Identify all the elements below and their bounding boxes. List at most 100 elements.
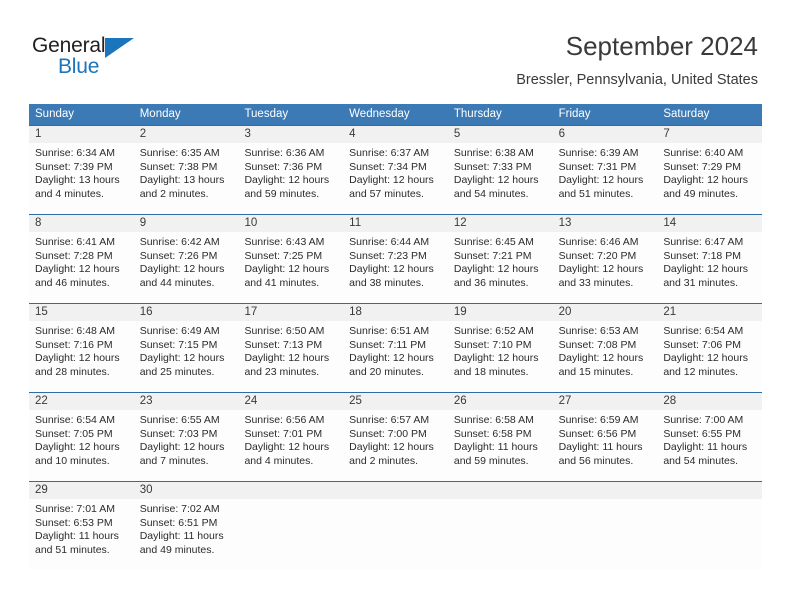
day-cell[interactable]: Sunrise: 6:45 AM Sunset: 7:21 PM Dayligh… <box>448 232 553 303</box>
daylight-text-line1: Daylight: 12 hours <box>244 441 330 454</box>
day-cell[interactable]: Sunrise: 6:55 AM Sunset: 7:03 PM Dayligh… <box>134 410 239 481</box>
day-number[interactable]: 6 <box>553 126 658 143</box>
day-number-empty <box>343 482 448 499</box>
day-cell[interactable]: Sunrise: 6:47 AM Sunset: 7:18 PM Dayligh… <box>657 232 762 303</box>
day-number[interactable]: 25 <box>343 393 448 410</box>
day-number[interactable]: 14 <box>657 215 762 232</box>
day-cell[interactable]: Sunrise: 6:54 AM Sunset: 7:06 PM Dayligh… <box>657 321 762 392</box>
day-cell[interactable]: Sunrise: 7:00 AM Sunset: 6:55 PM Dayligh… <box>657 410 762 481</box>
day-number[interactable]: 29 <box>29 482 134 499</box>
daylight-text-line1: Daylight: 12 hours <box>244 174 330 187</box>
daylight-text-line1: Daylight: 11 hours <box>453 441 538 454</box>
daylight-text-line1: Daylight: 11 hours <box>139 530 224 543</box>
sunset-text: Sunset: 7:39 PM <box>35 160 113 173</box>
day-number[interactable]: 28 <box>657 393 762 410</box>
daylight-text-line2: and 59 minutes. <box>453 454 529 467</box>
day-cell[interactable]: Sunrise: 6:37 AM Sunset: 7:34 PM Dayligh… <box>343 143 448 214</box>
day-cell[interactable]: Sunrise: 7:02 AM Sunset: 6:51 PM Dayligh… <box>134 499 239 570</box>
daylight-text-line1: Daylight: 12 hours <box>558 352 644 365</box>
sunrise-text: Sunrise: 6:54 AM <box>35 414 115 426</box>
generalblue-logo[interactable]: General Blue <box>32 34 162 82</box>
day-number[interactable]: 15 <box>29 304 134 321</box>
daylight-text-line2: and 20 minutes. <box>349 365 424 378</box>
day-cell[interactable]: Sunrise: 6:43 AM Sunset: 7:25 PM Dayligh… <box>238 232 343 303</box>
logo-text-blue: Blue <box>58 55 100 78</box>
day-number[interactable]: 9 <box>134 215 239 232</box>
day-cell[interactable]: Sunrise: 6:57 AM Sunset: 7:00 PM Dayligh… <box>343 410 448 481</box>
day-number[interactable]: 8 <box>29 215 134 232</box>
daylight-text-line1: Daylight: 12 hours <box>139 352 225 365</box>
sunrise-text: Sunrise: 6:53 AM <box>558 325 639 337</box>
daylight-text-line2: and 10 minutes. <box>35 454 110 467</box>
day-number[interactable]: 26 <box>448 393 553 410</box>
sunset-text: Sunset: 7:03 PM <box>139 427 218 440</box>
day-number[interactable]: 19 <box>448 304 553 321</box>
day-cell[interactable]: Sunrise: 7:01 AM Sunset: 6:53 PM Dayligh… <box>29 499 134 570</box>
day-cell[interactable]: Sunrise: 6:46 AM Sunset: 7:20 PM Dayligh… <box>553 232 658 303</box>
day-number[interactable]: 17 <box>238 304 343 321</box>
day-number[interactable]: 7 <box>657 126 762 143</box>
day-cell[interactable]: Sunrise: 6:39 AM Sunset: 7:31 PM Dayligh… <box>553 143 658 214</box>
day-cell[interactable]: Sunrise: 6:51 AM Sunset: 7:11 PM Dayligh… <box>343 321 448 392</box>
day-number[interactable]: 27 <box>553 393 658 410</box>
sunrise-text: Sunrise: 7:01 AM <box>35 503 115 515</box>
sunset-text: Sunset: 7:05 PM <box>35 427 113 440</box>
day-number[interactable]: 23 <box>134 393 239 410</box>
daylight-text-line2: and 36 minutes. <box>453 276 529 289</box>
day-cell[interactable]: Sunrise: 6:38 AM Sunset: 7:33 PM Dayligh… <box>448 143 553 214</box>
day-number[interactable]: 16 <box>134 304 239 321</box>
day-number[interactable]: 21 <box>657 304 762 321</box>
day-number[interactable]: 10 <box>238 215 343 232</box>
weekday-header-sunday: Sunday <box>35 108 75 120</box>
sunset-text: Sunset: 7:10 PM <box>453 338 532 351</box>
day-number[interactable]: 30 <box>134 482 239 499</box>
daylight-text-line2: and 23 minutes. <box>244 365 320 378</box>
day-cell[interactable]: Sunrise: 6:58 AM Sunset: 6:58 PM Dayligh… <box>448 410 553 481</box>
weekday-header-row: Sunday Monday Tuesday Wednesday Thursday… <box>29 104 762 125</box>
day-number[interactable]: 12 <box>448 215 553 232</box>
day-number[interactable]: 2 <box>134 126 239 143</box>
daylight-text-line2: and 38 minutes. <box>349 276 424 289</box>
day-number[interactable]: 13 <box>553 215 658 232</box>
sunset-text: Sunset: 7:38 PM <box>139 160 218 173</box>
daylight-text-line2: and 54 minutes. <box>453 187 529 200</box>
day-cell[interactable]: Sunrise: 6:53 AM Sunset: 7:08 PM Dayligh… <box>553 321 658 392</box>
daylight-text-line2: and 12 minutes. <box>663 365 739 378</box>
day-cell[interactable]: Sunrise: 6:48 AM Sunset: 7:16 PM Dayligh… <box>29 321 134 392</box>
day-cell[interactable]: Sunrise: 6:50 AM Sunset: 7:13 PM Dayligh… <box>238 321 343 392</box>
day-cell[interactable]: Sunrise: 6:34 AM Sunset: 7:39 PM Dayligh… <box>29 143 134 214</box>
day-number[interactable]: 5 <box>448 126 553 143</box>
day-number[interactable]: 22 <box>29 393 134 410</box>
day-number[interactable]: 3 <box>238 126 343 143</box>
daylight-text-line1: Daylight: 12 hours <box>244 352 330 365</box>
day-cell[interactable]: Sunrise: 6:42 AM Sunset: 7:26 PM Dayligh… <box>134 232 239 303</box>
day-cell[interactable]: Sunrise: 6:40 AM Sunset: 7:29 PM Dayligh… <box>657 143 762 214</box>
day-number[interactable]: 4 <box>343 126 448 143</box>
day-cell[interactable]: Sunrise: 6:52 AM Sunset: 7:10 PM Dayligh… <box>448 321 553 392</box>
day-cell[interactable]: Sunrise: 6:59 AM Sunset: 6:56 PM Dayligh… <box>553 410 658 481</box>
day-cell[interactable]: Sunrise: 6:54 AM Sunset: 7:05 PM Dayligh… <box>29 410 134 481</box>
day-cell[interactable]: Sunrise: 6:44 AM Sunset: 7:23 PM Dayligh… <box>343 232 448 303</box>
daylight-text-line2: and 46 minutes. <box>35 276 110 289</box>
day-number[interactable]: 18 <box>343 304 448 321</box>
sunrise-text: Sunrise: 6:46 AM <box>558 236 639 248</box>
day-number[interactable]: 11 <box>343 215 448 232</box>
day-cell[interactable]: Sunrise: 6:35 AM Sunset: 7:38 PM Dayligh… <box>134 143 239 214</box>
date-number-band: 8 9 10 11 12 13 14 <box>29 214 762 232</box>
daylight-text-line1: Daylight: 12 hours <box>244 263 330 276</box>
sunrise-text: Sunrise: 6:54 AM <box>663 325 744 337</box>
daylight-text-line2: and 15 minutes. <box>558 365 634 378</box>
daylight-text-line2: and 2 minutes. <box>349 454 419 467</box>
day-number[interactable]: 20 <box>553 304 658 321</box>
day-number[interactable]: 1 <box>29 126 134 143</box>
sunset-text: Sunset: 7:26 PM <box>139 249 218 262</box>
day-number[interactable]: 24 <box>238 393 343 410</box>
day-cell[interactable]: Sunrise: 6:41 AM Sunset: 7:28 PM Dayligh… <box>29 232 134 303</box>
day-cell[interactable]: Sunrise: 6:36 AM Sunset: 7:36 PM Dayligh… <box>238 143 343 214</box>
sunrise-text: Sunrise: 6:40 AM <box>663 147 744 159</box>
sunrise-text: Sunrise: 6:36 AM <box>244 147 325 159</box>
day-cell[interactable]: Sunrise: 6:49 AM Sunset: 7:15 PM Dayligh… <box>134 321 239 392</box>
day-cell[interactable]: Sunrise: 6:56 AM Sunset: 7:01 PM Dayligh… <box>238 410 343 481</box>
daylight-text-line1: Daylight: 11 hours <box>663 441 748 454</box>
title-block: September 2024 Bressler, Pennsylvania, U… <box>516 30 758 89</box>
